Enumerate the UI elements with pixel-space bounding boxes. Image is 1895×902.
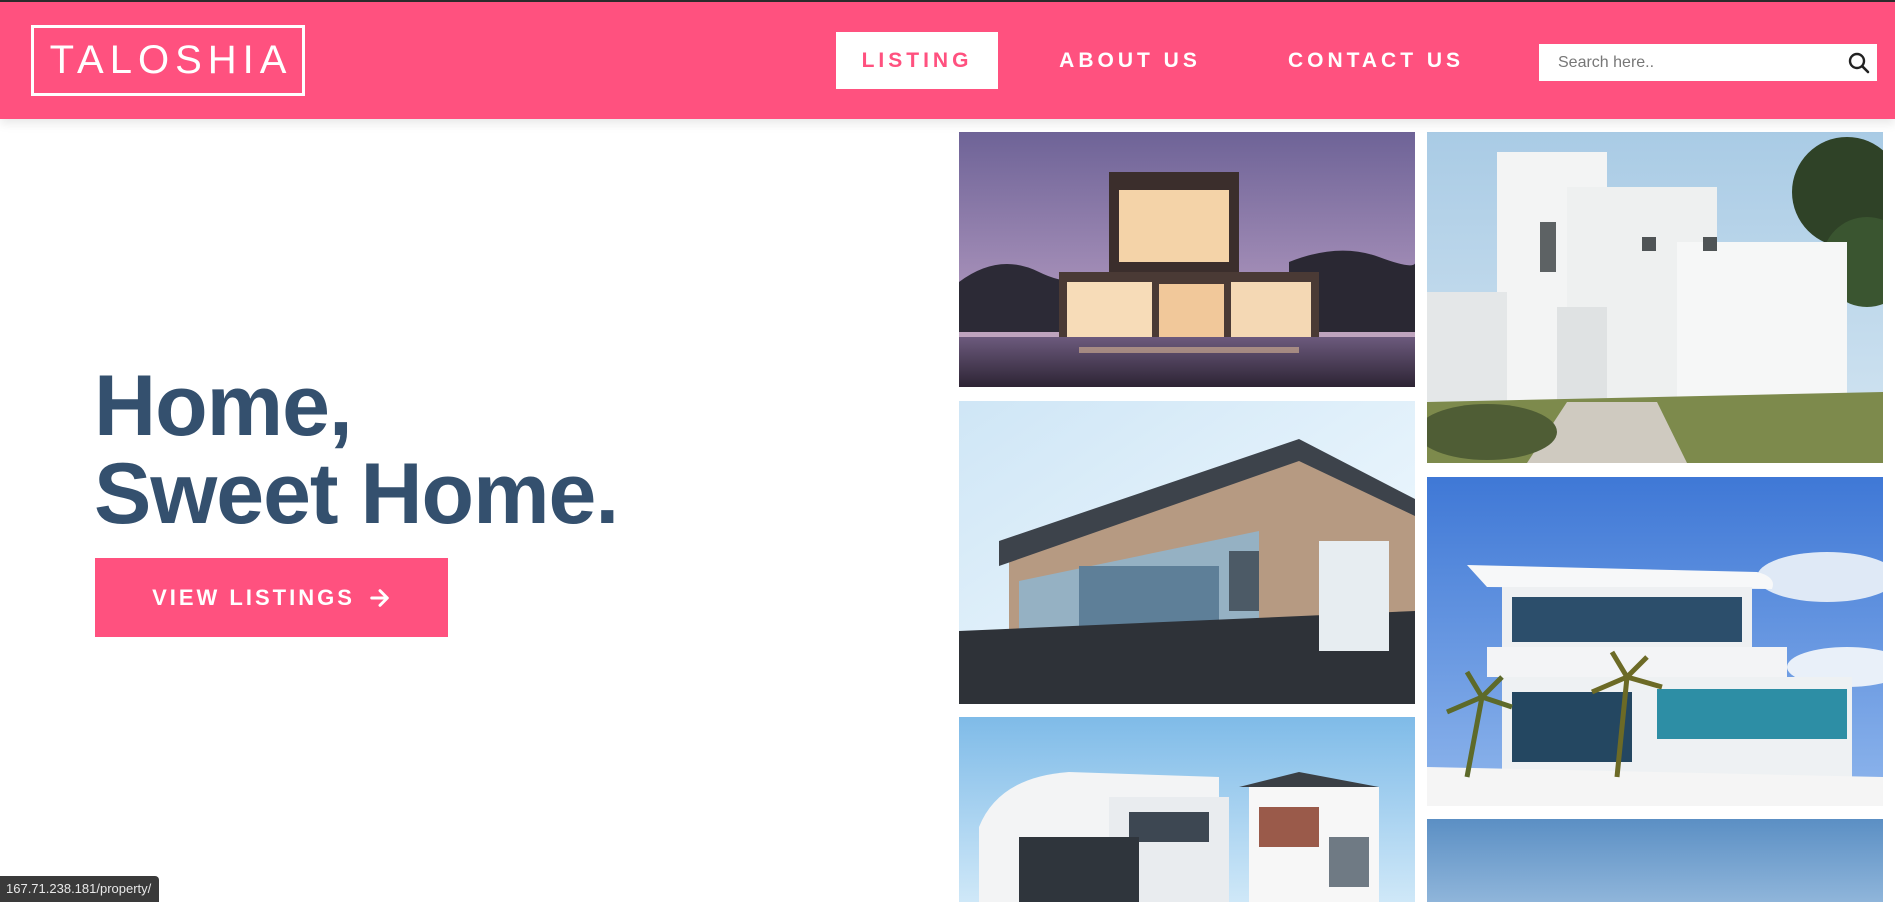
page: TALOSHIA LISTING ABOUT US CONTACT US Hom… <box>0 0 1895 902</box>
listing-photo-white-cubic-house[interactable] <box>1427 132 1883 463</box>
view-listings-label: VIEW LISTINGS <box>152 584 355 610</box>
listing-photo-sky[interactable] <box>1427 819 1883 902</box>
nav-listing[interactable]: LISTING <box>836 32 998 89</box>
listing-photo-modern-house-dusk[interactable] <box>959 132 1415 387</box>
hero-heading-line-2: Sweet Home. <box>94 446 619 542</box>
arrow-right-icon <box>370 588 389 607</box>
nav-about-us[interactable]: ABOUT US <box>1046 32 1214 89</box>
view-listings-button[interactable]: VIEW LISTINGS <box>95 558 448 637</box>
search-icon[interactable] <box>1847 51 1871 75</box>
top-navigation-bar: TALOSHIA LISTING ABOUT US CONTACT US <box>0 0 1895 119</box>
status-bar-url: 167.71.238.181/property/ <box>0 876 160 902</box>
search-box <box>1539 44 1877 81</box>
listing-photo-curved-roof-house[interactable] <box>1427 477 1883 806</box>
site-logo[interactable]: TALOSHIA <box>31 25 305 96</box>
listing-photo-white-apartment[interactable] <box>959 717 1415 902</box>
listing-photo-wood-cladding-house[interactable] <box>959 401 1415 704</box>
hero-heading: Home, Sweet Home. <box>94 358 619 542</box>
hero-heading-line-1: Home, <box>94 358 353 454</box>
search-input[interactable] <box>1539 44 1829 81</box>
nav-contact-us[interactable]: CONTACT US <box>1280 32 1472 89</box>
